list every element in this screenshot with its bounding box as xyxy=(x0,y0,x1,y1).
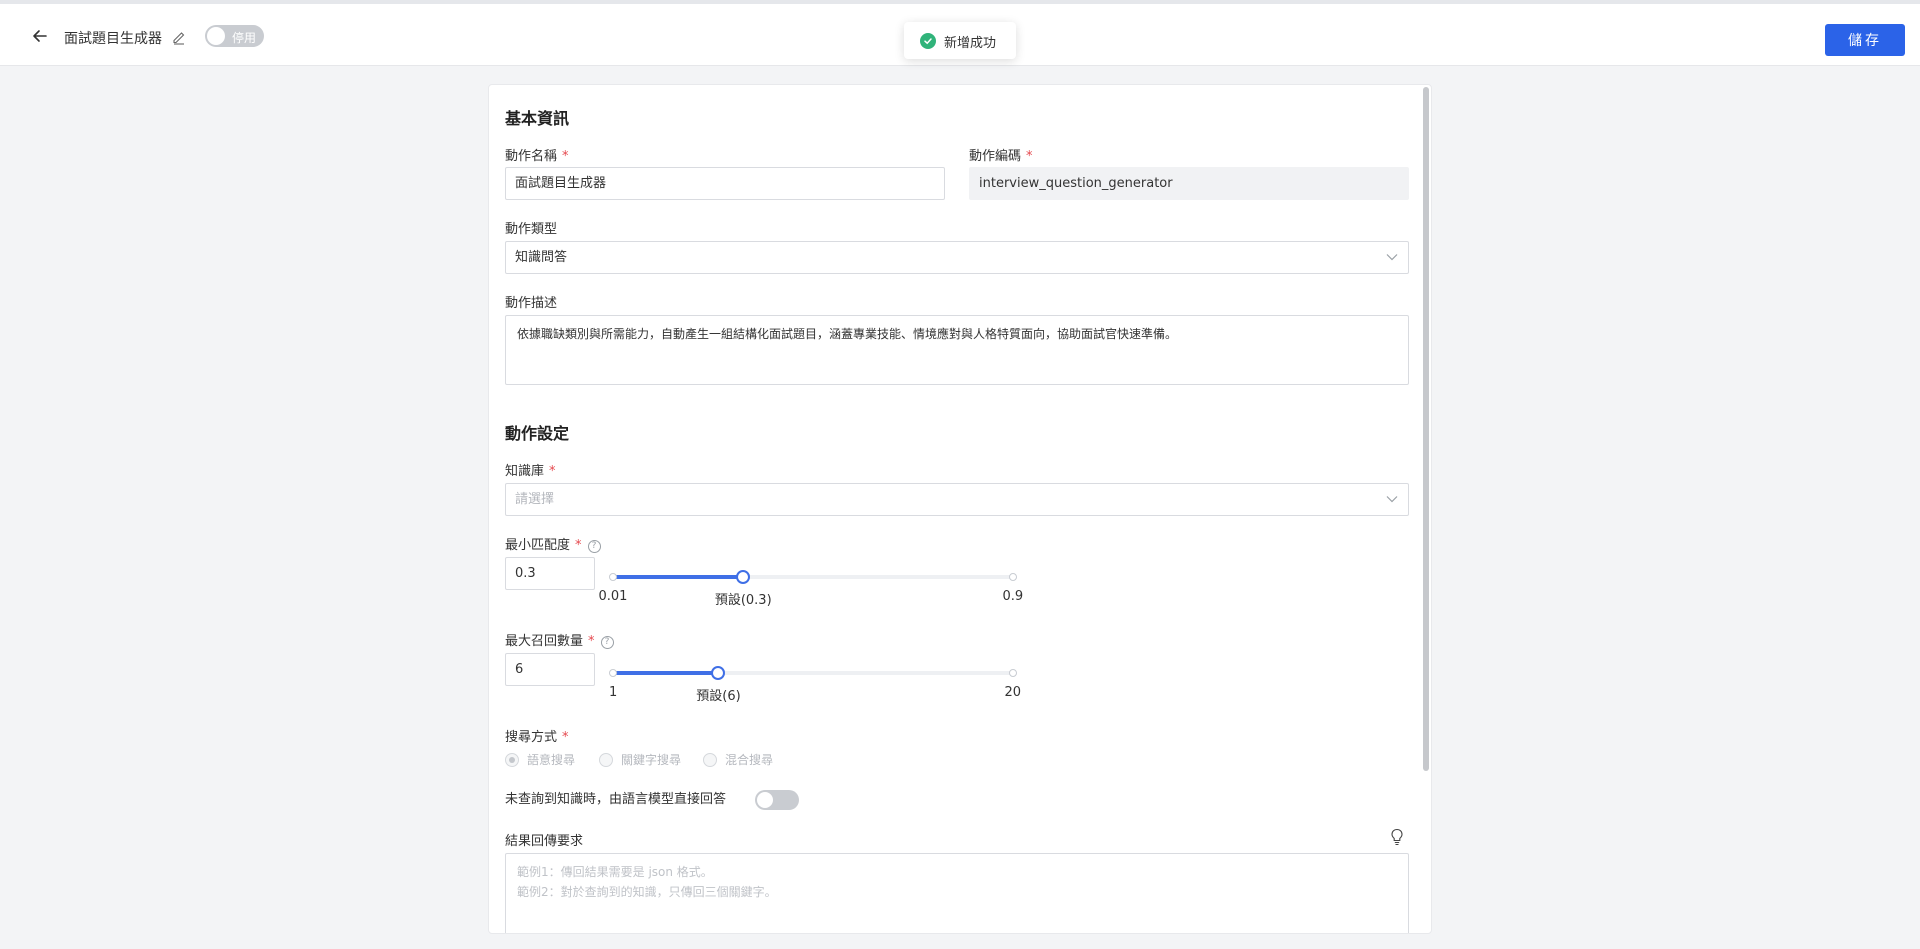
slider-min-label: 0.01 xyxy=(598,589,628,604)
result-textarea[interactable]: 範例1：傳回結果需要是 json 格式。 範例2：對於查詢到的知識，只傳回三個關… xyxy=(505,853,1409,933)
required-mark: * xyxy=(562,730,569,745)
slider-max-label: 20 xyxy=(1004,685,1022,700)
slider-max-dot xyxy=(1009,669,1017,677)
chevron-down-icon xyxy=(1386,496,1398,503)
required-mark: * xyxy=(562,149,569,164)
name-input[interactable]: 面試題目生成器 xyxy=(505,167,945,200)
desc-textarea[interactable]: 依據職缺類別與所需能力，自動產生一組結構化面試題目，涵蓋專業技能、情境應對與人格… xyxy=(505,315,1409,385)
fallback-toggle[interactable] xyxy=(755,790,799,810)
radio-circle xyxy=(599,753,613,767)
toggle-knob xyxy=(757,792,773,808)
required-mark: * xyxy=(1026,149,1033,164)
section-title-settings: 動作設定 xyxy=(505,424,570,443)
lightbulb-icon[interactable] xyxy=(1389,828,1405,846)
page-title: 面試題目生成器 xyxy=(64,31,162,47)
status-toggle-label: 停用 xyxy=(232,31,257,45)
desc-label: 動作描述 xyxy=(505,296,558,311)
fallback-label: 未查詢到知識時，由語言模型直接回答 xyxy=(505,792,727,807)
question-circle-icon[interactable]: ? xyxy=(600,636,614,649)
required-mark: * xyxy=(549,464,556,479)
radio-circle xyxy=(703,753,717,767)
slider-min-dot xyxy=(609,669,617,677)
slider-min-label: 1 xyxy=(609,685,618,700)
max-recall-input[interactable]: 6 xyxy=(505,653,595,686)
result-placeholder-line-2: 範例2：對於查詢到的知識，只傳回三個關鍵字。 xyxy=(517,885,777,899)
toast-message: 新增成功 xyxy=(944,36,997,51)
slider-min-dot xyxy=(609,573,617,581)
min-match-slider[interactable]: 0.01 預設(0.3) 0.9 xyxy=(599,567,1033,608)
search-label: 搜尋方式 * xyxy=(505,730,569,745)
slider-handle[interactable] xyxy=(711,666,726,680)
kb-select[interactable]: 請選擇 xyxy=(505,483,1409,516)
status-toggle[interactable]: 停用 xyxy=(205,25,264,47)
type-select[interactable]: 知識問答 xyxy=(505,241,1409,274)
type-select-value: 知識問答 xyxy=(515,250,568,265)
type-label: 動作類型 xyxy=(505,222,558,237)
slider-max-dot xyxy=(1009,573,1017,581)
result-label: 結果回傳要求 xyxy=(505,834,584,849)
max-recall-slider[interactable]: 1 預設(6) 20 xyxy=(609,663,1033,704)
scrollbar[interactable] xyxy=(1423,87,1429,771)
slider-handle[interactable] xyxy=(736,570,751,584)
kb-select-placeholder: 請選擇 xyxy=(515,492,555,507)
min-match-label: 最小匹配度 *? xyxy=(505,534,601,553)
radio-circle xyxy=(505,753,519,767)
arrow-left-icon[interactable] xyxy=(30,26,50,46)
pencil-icon[interactable] xyxy=(171,29,187,45)
section-title-basic: 基本資訊 xyxy=(505,109,570,128)
max-recall-label: 最大召回數量 *? xyxy=(505,630,614,649)
slider-default-label: 預設(6) xyxy=(696,689,741,704)
toggle-knob xyxy=(207,27,225,45)
slider-fill xyxy=(613,671,719,675)
result-placeholder-line-1: 範例1：傳回結果需要是 json 格式。 xyxy=(517,865,713,879)
radio-keyword-search[interactable]: 關鍵字搜尋 xyxy=(599,751,681,768)
form-panel: 基本資訊 動作名稱 * 面試題目生成器 動作編碼 * interview_quest… xyxy=(488,84,1432,934)
slider-max-label: 0.9 xyxy=(1002,589,1024,604)
min-match-input[interactable]: 0.3 xyxy=(505,557,595,590)
code-label: 動作編碼 * xyxy=(969,149,1033,164)
question-circle-icon[interactable]: ? xyxy=(587,540,601,553)
check-circle-icon xyxy=(920,33,936,49)
name-label: 動作名稱 * xyxy=(505,149,569,164)
required-mark: * xyxy=(588,634,595,649)
success-toast: 新增成功 xyxy=(904,22,1016,59)
required-mark: * xyxy=(575,538,582,553)
code-input: interview_question_generator xyxy=(969,167,1409,200)
chevron-down-icon xyxy=(1386,254,1398,261)
slider-fill xyxy=(613,575,744,579)
radio-semantic-search[interactable]: 語意搜尋 xyxy=(505,751,575,768)
kb-label: 知識庫 * xyxy=(505,464,556,479)
radio-hybrid-search[interactable]: 混合搜尋 xyxy=(703,751,773,768)
save-button[interactable]: 儲存 xyxy=(1825,24,1905,56)
slider-default-label: 預設(0.3) xyxy=(714,593,772,608)
